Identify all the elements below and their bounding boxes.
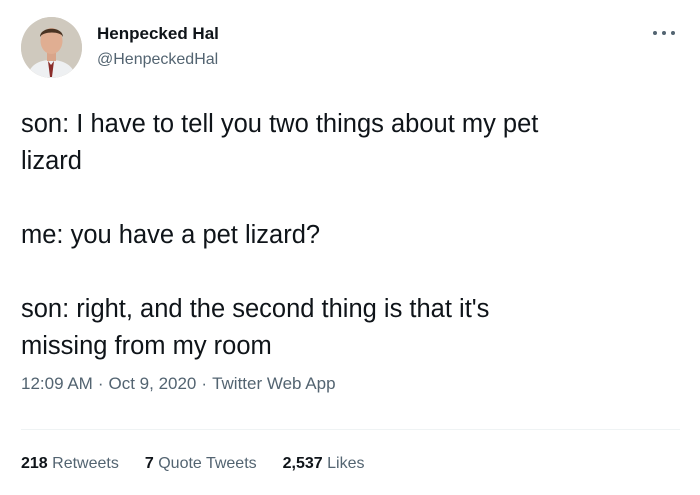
tweet-paragraph: son: right, and the second thing is that… <box>21 291 676 365</box>
retweets-label: Retweets <box>52 455 119 472</box>
avatar[interactable] <box>21 17 82 78</box>
tweet-paragraph: son: I have to tell you two things about… <box>21 106 676 180</box>
tweet-text: son: I have to tell you two things about… <box>21 106 676 365</box>
quote-tweets-label: Quote Tweets <box>158 455 257 472</box>
retweets-link[interactable]: 218 Retweets <box>21 455 119 473</box>
engagement-stats: 218 Retweets 7 Quote Tweets 2,537 Likes <box>21 455 391 473</box>
meta-separator: · <box>97 374 104 393</box>
tweet-paragraph: me: you have a pet lizard? <box>21 217 676 254</box>
quote-tweets-count: 7 <box>144 455 154 472</box>
quote-tweets-link[interactable]: 7 Quote Tweets <box>145 455 257 473</box>
likes-link[interactable]: 2,537 Likes <box>283 455 365 473</box>
tweet-line: me: you have a pet lizard? <box>21 221 321 249</box>
more-options-icon[interactable] <box>653 26 675 40</box>
likes-count: 2,537 <box>282 455 323 472</box>
tweet-date[interactable]: Oct 9, 2020 <box>109 374 197 393</box>
tweet-time[interactable]: 12:09 AM <box>21 374 93 393</box>
divider <box>21 429 680 430</box>
tweet-line: lizard <box>21 147 82 175</box>
likes-label: Likes <box>327 455 365 472</box>
meta-separator: · <box>201 374 208 393</box>
author-name[interactable]: Henpecked Hal <box>97 24 219 44</box>
retweets-count: 218 <box>21 455 48 472</box>
tweet-meta: 12:09 AM · Oct 9, 2020 · Twitter Web App <box>21 374 336 394</box>
tweet-line: missing from my room <box>21 332 272 360</box>
tweet-line: son: I have to tell you two things about… <box>21 110 539 138</box>
avatar-photo <box>21 17 82 78</box>
tweet-line: son: right, and the second thing is that… <box>21 295 490 323</box>
tweet-source[interactable]: Twitter Web App <box>212 374 335 393</box>
author-handle[interactable]: @HenpeckedHal <box>97 51 218 69</box>
